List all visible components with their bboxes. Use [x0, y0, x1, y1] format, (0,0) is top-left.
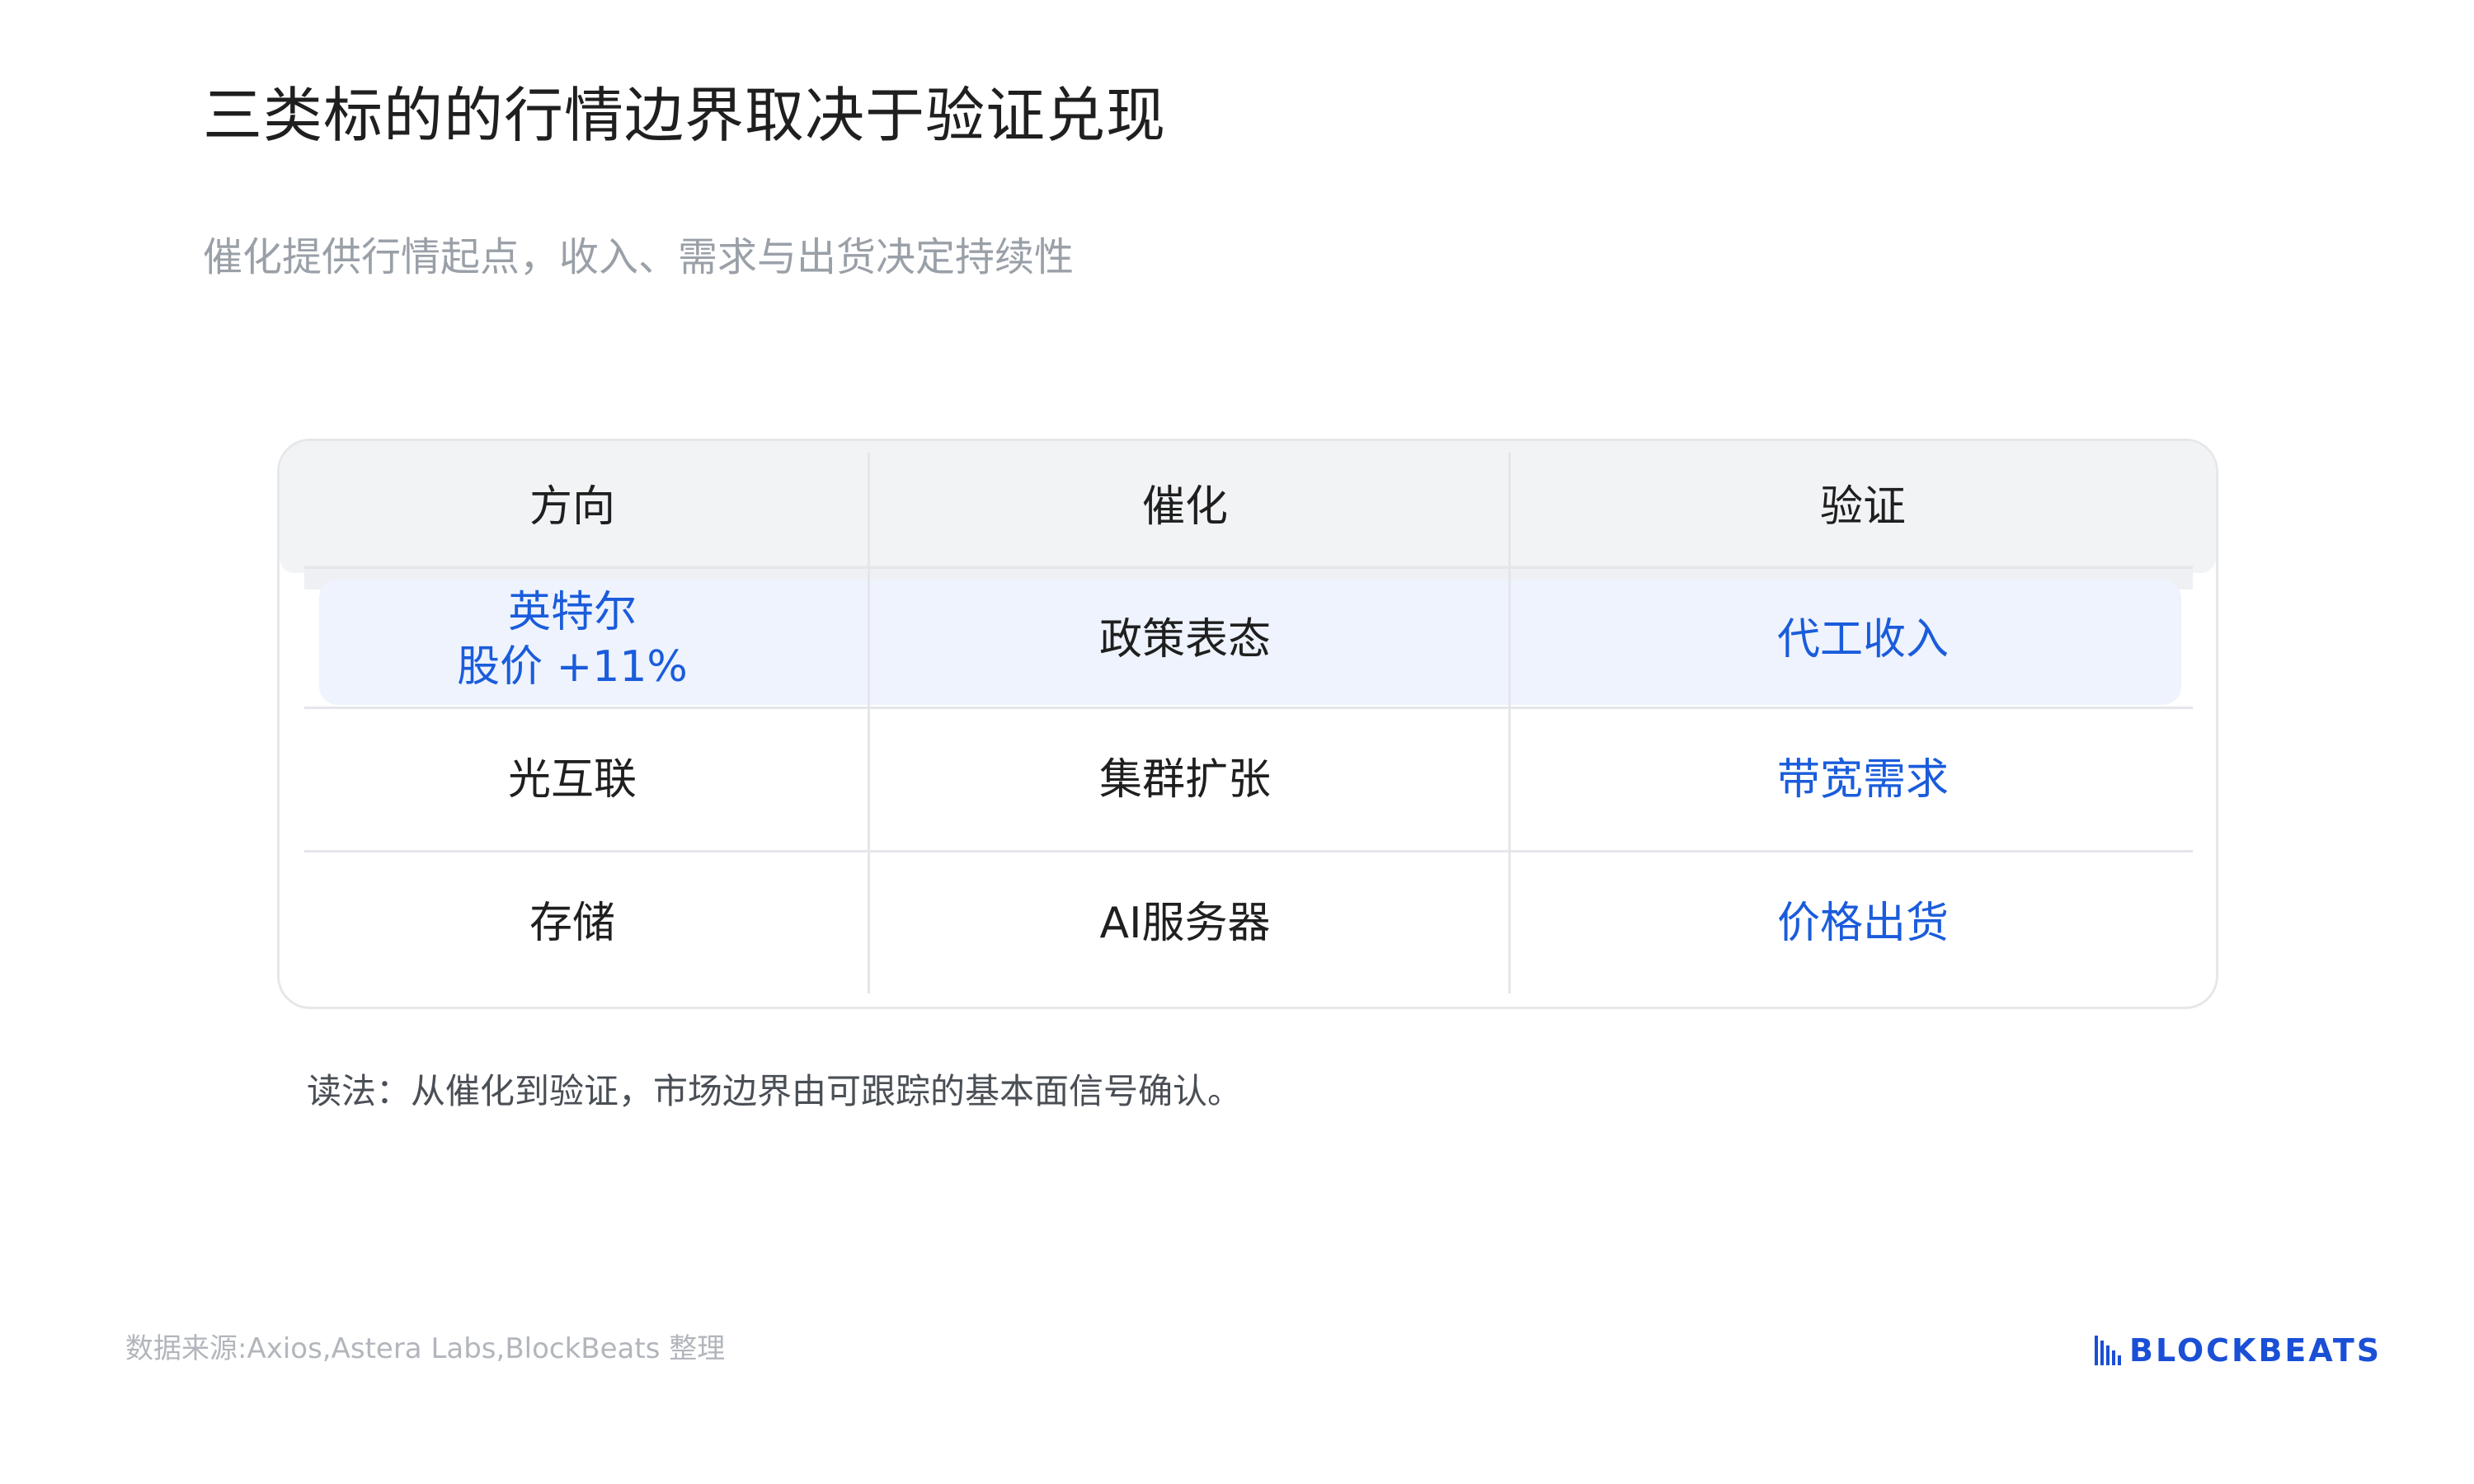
table-row-1-validation: 代工收入 [1776, 615, 1949, 665]
table-row-2-catalyst: 集群扩张 [1098, 754, 1271, 805]
logo-bars-icon [2095, 1336, 2121, 1365]
logo-wordmark: BLOCKBEATS [2129, 1332, 2382, 1369]
table-row-3-validation: 价格出货 [1776, 899, 1949, 948]
table-row-2-validation: 带宽需求 [1776, 754, 1949, 805]
direction-name: 英特尔 [507, 588, 637, 637]
header-validation: 验证 [1819, 482, 1906, 532]
page-subtitle: 催化提供行情起点，收入、需求与出货决定持续性 [203, 234, 1075, 280]
table-row-3-direction: 存储 [529, 899, 615, 948]
table-row-1-catalyst: 政策表态 [1098, 615, 1271, 665]
table-row-3-catalyst: AI服务器 [1099, 899, 1271, 948]
reading-note: 读法：从催化到验证，市场边界由可跟踪的基本面信号确认。 [307, 1071, 1243, 1111]
data-source: 数据来源:Axios,Astera Labs,BlockBeats 整理 [125, 1332, 726, 1365]
blockbeats-logo: BLOCKBEATS [2095, 1332, 2382, 1369]
header-catalyst: 催化 [1141, 482, 1228, 532]
comparison-table: 方向 催化 验证 英特尔 股价 +11% 政策表态 代工收入 光互联 集群扩张 … [277, 439, 2218, 1009]
header-divider [304, 566, 2193, 569]
table-row-2-direction: 光互联 [507, 754, 637, 805]
page-title: 三类标的的行情边界取决于验证兑现 [203, 81, 1167, 150]
header-direction: 方向 [529, 482, 615, 532]
direction-change: 股价 +11% [457, 642, 688, 692]
table-row-1-direction: 英特尔 股价 +11% [280, 573, 865, 707]
